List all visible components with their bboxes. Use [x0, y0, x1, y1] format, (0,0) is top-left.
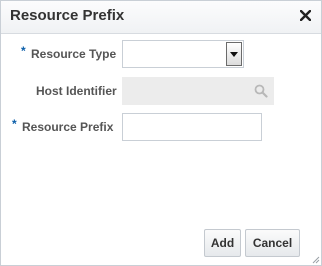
close-icon[interactable] [296, 6, 314, 24]
host-identifier-label: Host Identifier [36, 84, 117, 98]
resource-type-row: * Resource Type [1, 40, 321, 68]
dialog-header: Resource Prefix [1, 1, 321, 34]
required-marker: * [21, 44, 26, 58]
resource-prefix-input[interactable] [122, 113, 262, 141]
host-identifier-field [122, 77, 274, 105]
resource-type-label: Resource Type [31, 47, 117, 61]
search-icon [254, 84, 268, 98]
chevron-down-icon[interactable] [226, 42, 242, 66]
resource-prefix-row: * Resource Prefix [1, 113, 321, 141]
dialog-title: Resource Prefix [10, 7, 125, 24]
resource-prefix-dialog: Resource Prefix * Resource Type Host Ide… [0, 0, 322, 266]
resource-prefix-label: Resource Prefix [22, 120, 114, 134]
add-button[interactable]: Add [204, 229, 241, 257]
required-marker: * [12, 117, 17, 131]
host-identifier-row: Host Identifier [1, 77, 321, 105]
resource-type-select[interactable] [122, 40, 244, 68]
cancel-button[interactable]: Cancel [245, 229, 300, 257]
resize-grip-icon[interactable] [310, 254, 320, 264]
